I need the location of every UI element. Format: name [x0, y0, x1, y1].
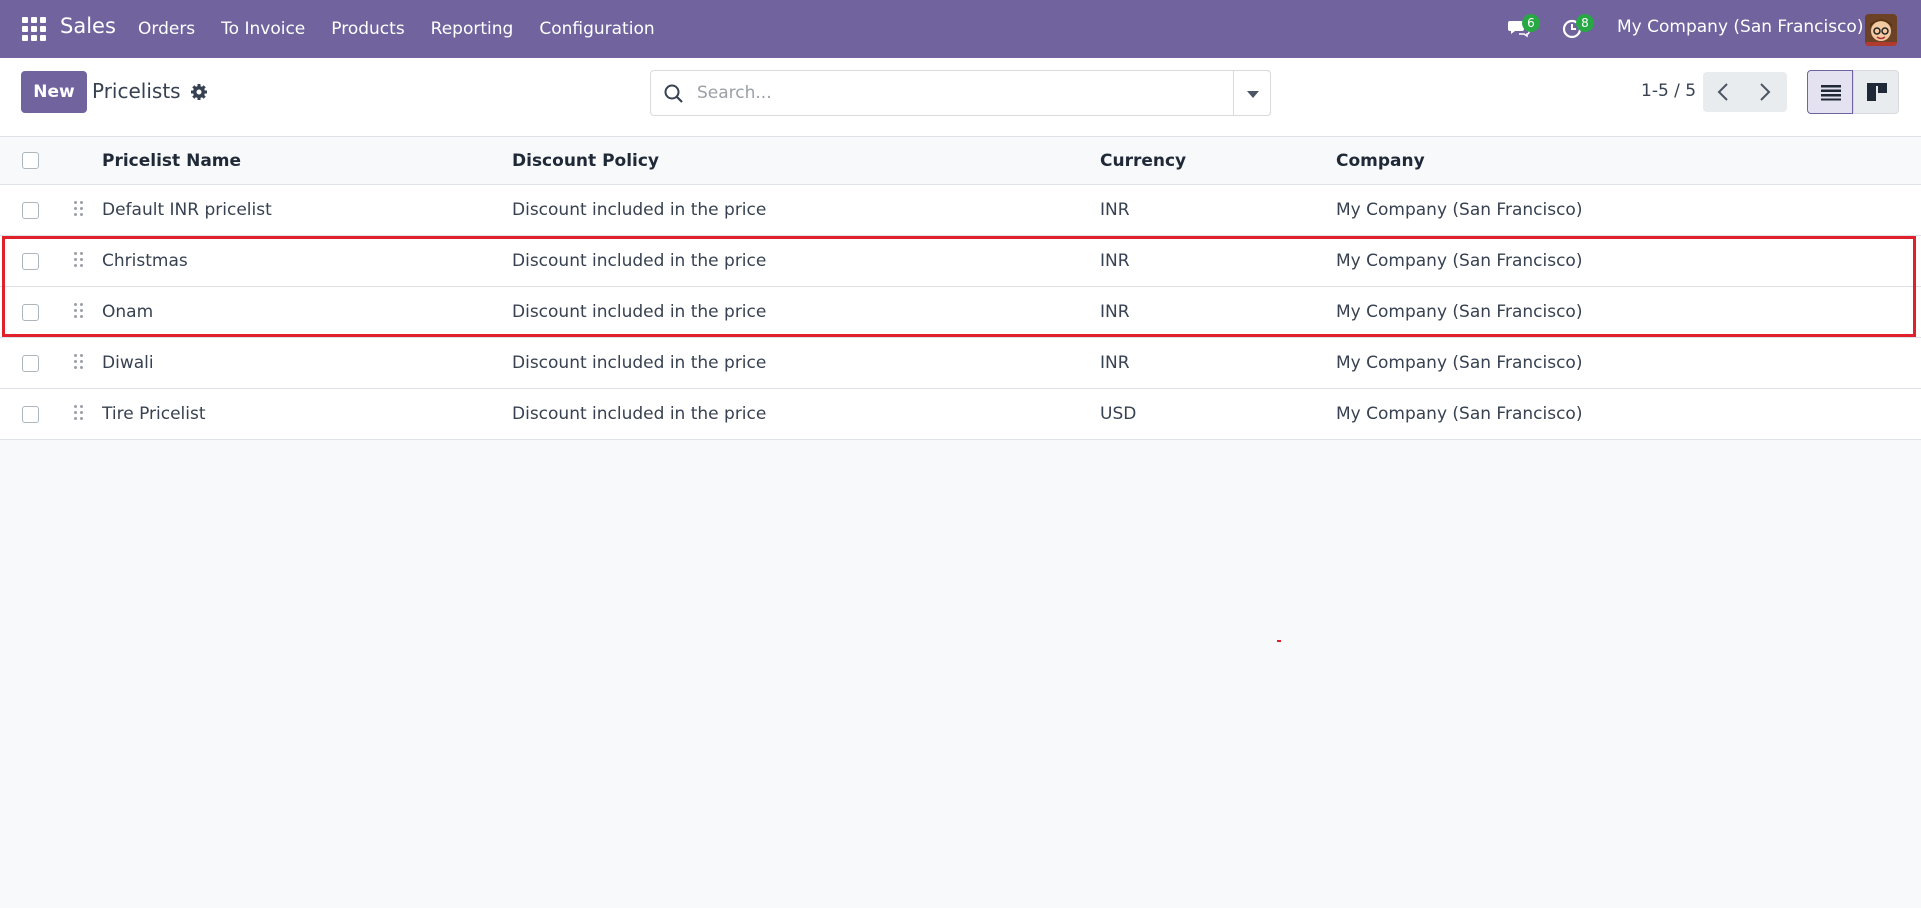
drag-handle-icon[interactable] — [74, 302, 84, 320]
messages-button[interactable]: 6 — [1504, 14, 1540, 44]
discount-policy[interactable]: Discount included in the price — [512, 302, 766, 322]
list-view-button[interactable] — [1807, 70, 1853, 114]
pricelist-name[interactable]: Tire Pricelist — [102, 404, 206, 424]
company[interactable]: My Company (San Francisco) — [1336, 302, 1582, 322]
apps-menu-icon[interactable] — [22, 17, 46, 41]
menu-item-configuration[interactable]: Configuration — [526, 0, 667, 58]
discount-policy[interactable]: Discount included in the price — [512, 404, 766, 424]
pager-previous-button[interactable] — [1703, 72, 1745, 112]
row-checkbox[interactable] — [22, 304, 39, 321]
drag-handle-icon[interactable] — [74, 404, 84, 422]
column-header-name[interactable]: Pricelist Name — [102, 151, 241, 171]
currency[interactable]: USD — [1100, 404, 1136, 424]
page-title: Pricelists — [92, 79, 181, 103]
company[interactable]: My Company (San Francisco) — [1336, 353, 1582, 373]
messages-badge: 6 — [1522, 14, 1540, 32]
column-header-company[interactable]: Company — [1336, 151, 1425, 171]
new-button[interactable]: New — [21, 71, 87, 113]
row-checkbox[interactable] — [22, 406, 39, 423]
row-checkbox[interactable] — [22, 355, 39, 372]
activities-button[interactable]: 8 — [1558, 14, 1594, 44]
drag-handle-icon[interactable] — [74, 251, 84, 269]
currency[interactable]: INR — [1100, 302, 1130, 322]
pricelist-table: Pricelist Name Discount Policy Currency … — [0, 137, 1921, 440]
pager-value[interactable]: 1-5 / 5 — [1641, 81, 1696, 101]
pricelist-name[interactable]: Onam — [102, 302, 153, 322]
currency[interactable]: INR — [1100, 251, 1130, 271]
table-row[interactable]: Tire Pricelist Discount included in the … — [0, 389, 1921, 440]
discount-policy[interactable]: Discount included in the price — [512, 200, 766, 220]
search-icon — [664, 84, 683, 103]
user-avatar[interactable] — [1865, 14, 1897, 46]
discount-policy[interactable]: Discount included in the price — [512, 353, 766, 373]
column-header-discount-policy[interactable]: Discount Policy — [512, 151, 659, 171]
select-all-checkbox[interactable] — [22, 152, 39, 169]
company[interactable]: My Company (San Francisco) — [1336, 251, 1582, 271]
menu-item-to-invoice[interactable]: To Invoice — [208, 0, 318, 58]
company-switcher[interactable]: My Company (San Francisco) — [1617, 17, 1863, 37]
kanban-icon — [1867, 83, 1887, 101]
row-checkbox[interactable] — [22, 253, 39, 270]
app-brand[interactable]: Sales — [60, 14, 116, 38]
chevron-left-icon — [1717, 83, 1728, 101]
company[interactable]: My Company (San Francisco) — [1336, 200, 1582, 220]
gear-icon[interactable] — [190, 83, 208, 101]
search-input[interactable] — [697, 79, 1197, 107]
currency[interactable]: INR — [1100, 200, 1130, 220]
pricelist-name[interactable]: Christmas — [102, 251, 188, 271]
chevron-right-icon — [1760, 83, 1771, 101]
table-row[interactable]: Diwali Discount included in the price IN… — [0, 338, 1921, 389]
row-checkbox[interactable] — [22, 202, 39, 219]
user-avatar-icon — [1865, 14, 1897, 46]
company[interactable]: My Company (San Francisco) — [1336, 404, 1582, 424]
kanban-view-button[interactable] — [1853, 70, 1899, 114]
table-row[interactable]: Default INR pricelist Discount included … — [0, 185, 1921, 236]
currency[interactable]: INR — [1100, 353, 1130, 373]
table-row[interactable]: Christmas Discount included in the price… — [0, 236, 1921, 287]
main-menu: Orders To Invoice Products Reporting Con… — [125, 0, 668, 58]
pricelist-name[interactable]: Diwali — [102, 353, 154, 373]
list-icon — [1821, 85, 1841, 101]
control-panel: New Pricelists 1-5 / 5 — [0, 58, 1921, 137]
table-row[interactable]: Onam Discount included in the price INR … — [0, 287, 1921, 338]
drag-handle-icon[interactable] — [74, 200, 84, 218]
drag-handle-icon[interactable] — [74, 353, 84, 371]
pager-next-button[interactable] — [1745, 72, 1787, 112]
annotation-mark — [1277, 640, 1281, 642]
top-navbar: Sales Orders To Invoice Products Reporti… — [0, 0, 1921, 58]
column-header-currency[interactable]: Currency — [1100, 151, 1186, 171]
activities-badge: 8 — [1576, 14, 1594, 32]
menu-item-products[interactable]: Products — [318, 0, 417, 58]
search-options-toggle[interactable] — [1233, 70, 1271, 116]
discount-policy[interactable]: Discount included in the price — [512, 251, 766, 271]
menu-item-orders[interactable]: Orders — [125, 0, 208, 58]
table-header-row: Pricelist Name Discount Policy Currency … — [0, 137, 1921, 185]
menu-item-reporting[interactable]: Reporting — [418, 0, 527, 58]
search-bar — [650, 70, 1271, 116]
pricelist-name[interactable]: Default INR pricelist — [102, 200, 272, 220]
